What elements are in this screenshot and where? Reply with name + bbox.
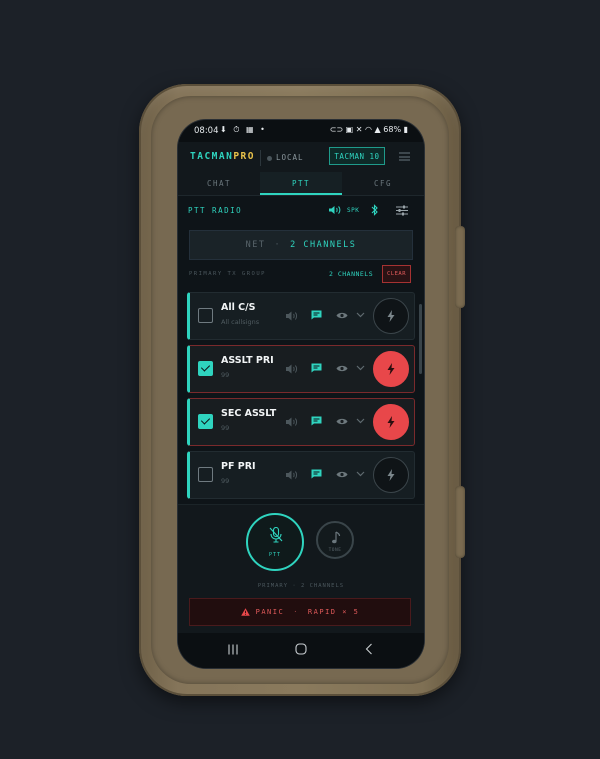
panic-label: PANIC [255,608,285,616]
ptt-content: PTT RADIO SPK NET · 2 CHANNELS PRIMARY T… [178,196,424,668]
back-icon[interactable] [365,643,373,655]
channel-row[interactable]: SEC ASSLT 99 [187,398,415,446]
volume-icon[interactable] [286,469,298,481]
battery-icon: ▮ [403,125,408,134]
android-nav-bar [178,633,424,668]
panic-button[interactable]: PANIC · RAPID × 5 [189,598,411,626]
volume-icon[interactable] [286,416,298,428]
monitor-eye-icon[interactable] [336,470,348,479]
channel-checkbox[interactable] [198,308,213,323]
net-separator: · [274,240,282,250]
channel-checkbox[interactable] [198,361,213,376]
channel-name: All C/S [221,302,256,313]
chevron-down-icon[interactable] [356,312,365,318]
panic-separator: · [293,608,299,616]
content-scrollbar[interactable] [419,304,422,374]
ptt-button[interactable]: PTT [246,513,304,571]
monitor-eye-icon[interactable] [336,417,348,426]
lightning-bolt-icon [387,416,395,428]
case-side-button-lower [455,486,465,558]
channel-transmit-button[interactable] [373,457,409,493]
channel-subtitle: 99 [221,371,230,379]
network-mode-label: LOCAL [276,153,304,162]
net-summary: NET · 2 CHANNELS [189,230,413,260]
connection-status-dot-icon [267,156,272,161]
tab-cfg[interactable]: CFG [342,172,424,195]
monitor-eye-icon[interactable] [336,311,348,320]
battery-percent: 68% [383,125,402,134]
channel-subtitle: 99 [221,424,230,432]
header-divider [260,150,261,166]
channel-checkbox[interactable] [198,414,213,429]
monitor-eye-icon[interactable] [336,364,348,373]
channel-subtitle: All callsigns [221,318,260,326]
home-icon[interactable] [295,643,307,655]
speaker-icon[interactable] [329,205,341,215]
channel-name: ASSLT PRI [221,355,274,366]
status-time: 08:04 [194,126,219,136]
main-tabs: CHAT PTT CFG [178,172,424,196]
notification-icons: ⬇ ⏱ ▦ • [220,125,267,134]
channel-transmit-button[interactable] [373,351,409,387]
net-channel-count: 2 CHANNELS [290,240,357,250]
speaker-label[interactable]: SPK [347,207,359,214]
chevron-down-icon[interactable] [356,471,365,477]
app-brand-logo: TACMANPRO [190,151,255,162]
message-icon[interactable] [311,363,322,373]
clear-button[interactable]: CLEAR [382,265,411,283]
chevron-down-icon[interactable] [356,365,365,371]
tone-label: TONE [328,548,342,553]
equalizer-settings-icon[interactable] [396,205,408,216]
case-side-button-upper [455,226,465,308]
message-icon[interactable] [311,416,322,426]
music-note-icon [332,531,341,544]
ptt-radio-header: PTT RADIO SPK [178,196,424,224]
app-header: TACMANPRO LOCAL TACMAN 10 [178,142,424,173]
channel-row[interactable]: PF PRI 99 [187,451,415,499]
channel-transmit-button[interactable] [373,404,409,440]
channel-transmit-button[interactable] [373,298,409,334]
message-icon[interactable] [311,310,322,320]
channel-name: SEC ASSLT [221,408,277,419]
tx-group-count: 2 CHANNELS [329,270,374,278]
warning-triangle-icon [240,608,250,616]
tab-chat[interactable]: CHAT [178,172,260,195]
channel-checkbox[interactable] [198,467,213,482]
microphone-muted-icon [269,527,283,543]
phone-screen: 08:04 ⬇ ⏱ ▦ • ⊂⊃ ▣ ✕ ◠ ▲ 68% ▮ TACMANPRO… [178,120,424,668]
channel-row[interactable]: ASSLT PRI 99 [187,345,415,393]
channel-row[interactable]: All C/S All callsigns [187,292,415,340]
brand-text-tacman: TACMAN [190,151,234,162]
lightning-bolt-icon [387,363,395,375]
primary-status: PRIMARY · 2 CHANNELS [257,583,345,589]
channel-name: PF PRI [221,461,256,472]
volume-icon[interactable] [286,363,298,375]
net-label: NET [245,240,266,250]
menu-grid-icon[interactable] [399,152,410,161]
system-icons: ⊂⊃ ▣ ✕ ◠ ▲ [329,125,381,134]
status-right: ⊂⊃ ▣ ✕ ◠ ▲ 68% ▮ [330,125,408,134]
tx-group-label: PRIMARY TX GROUP [189,271,266,277]
chevron-down-icon[interactable] [356,418,365,424]
message-icon[interactable] [311,469,322,479]
ptt-label: PTT [268,552,282,558]
status-bar: 08:04 ⬇ ⏱ ▦ • ⊂⊃ ▣ ✕ ◠ ▲ 68% ▮ [178,120,424,142]
lightning-bolt-icon [387,469,395,481]
callsign-button[interactable]: TACMAN 10 [329,147,385,165]
panic-mode: RAPID × 5 [307,608,360,616]
tab-ptt[interactable]: PTT [260,172,342,195]
brand-text-pro: PRO [233,151,255,162]
recent-apps-icon[interactable] [227,644,239,655]
bluetooth-icon[interactable] [371,204,379,216]
lightning-bolt-icon [387,310,395,322]
channel-subtitle: 99 [221,477,230,485]
tone-button[interactable]: TONE [316,521,354,559]
volume-icon[interactable] [286,310,298,322]
ptt-radio-title: PTT RADIO [188,206,243,215]
